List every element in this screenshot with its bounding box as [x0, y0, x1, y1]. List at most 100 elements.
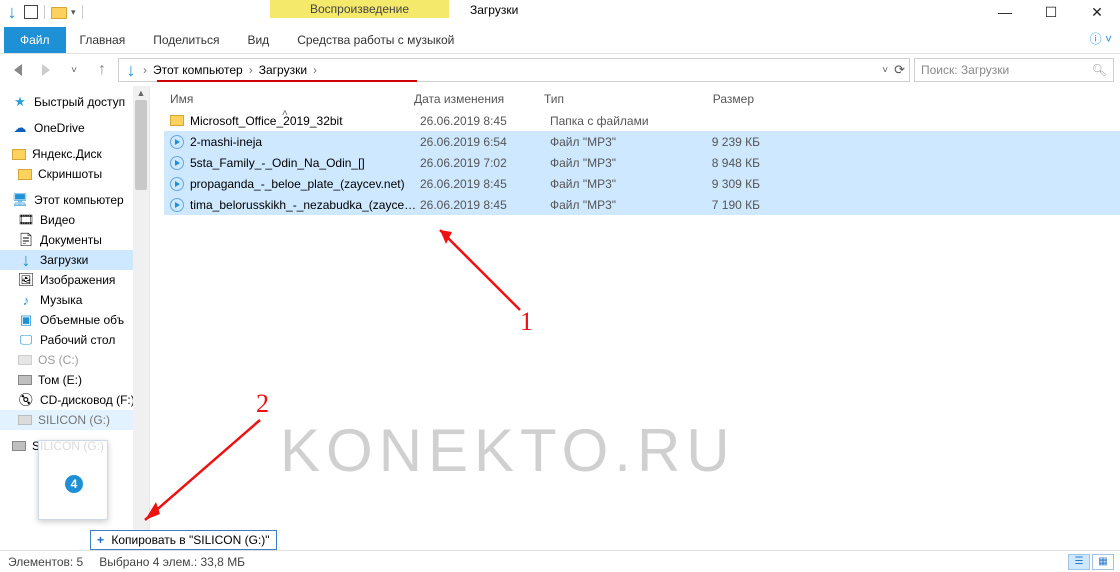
sidebar-item-label: OS (C:) [38, 353, 79, 367]
sidebar-item-desktop[interactable]: 🖵︎ Рабочий стол [0, 330, 149, 350]
column-type[interactable]: Тип [544, 92, 674, 106]
column-name[interactable]: Имя [164, 92, 414, 106]
address-dropdown-icon[interactable]: ˅ [882, 65, 888, 76]
thumbnails-view-button[interactable]: ▦ [1092, 554, 1114, 570]
file-date: 26.06.2019 7:02 [420, 156, 550, 170]
chevron-right-icon[interactable]: › [247, 63, 255, 77]
disc-icon: 💿︎ [18, 392, 34, 408]
status-selection: Выбрано 4 элем.: 33,8 МБ [99, 555, 245, 569]
sidebar-item-yadisk[interactable]: Яндекс.Диск [0, 144, 149, 164]
film-icon: 🎞︎ [18, 212, 34, 228]
sidebar-item-music[interactable]: ♪ Музыка [0, 290, 149, 310]
address-bar[interactable]: ↓ › Этот компьютер › Загрузки › ˅ ⟳ [118, 58, 910, 82]
watermark-text: KONEKTO.RU [280, 416, 1100, 485]
details-view-button[interactable]: ☰ [1068, 554, 1090, 570]
search-placeholder: Поиск: Загрузки [921, 63, 1009, 77]
main-area: ★ Быстрый доступ ☁ OneDrive Яндекс.Диск … [0, 86, 1120, 550]
mp3-file-icon [170, 198, 190, 212]
sidebar-item-silicon-g[interactable]: SILICON (G:) [0, 410, 149, 430]
search-icon[interactable]: 🔍︎ [1092, 63, 1107, 77]
sidebar-item-drive-c[interactable]: OS (C:) [0, 350, 149, 370]
breadcrumb[interactable]: Этот компьютер [151, 63, 245, 77]
sidebar-item-label: Быстрый доступ [34, 95, 125, 109]
breadcrumb[interactable]: Загрузки [257, 63, 309, 77]
sidebar-item-screenshots[interactable]: Скриншоты [0, 164, 149, 184]
sidebar-item-3dobjects[interactable]: ▣ Объемные объ [0, 310, 149, 330]
minimize-button[interactable]: — [982, 0, 1028, 24]
sidebar-item-drive-e[interactable]: Том (E:) [0, 370, 149, 390]
sidebar-item-thispc[interactable]: 🖥︎ Этот компьютер [0, 190, 149, 210]
drag-tooltip: + Копировать в "SILICON (G:)" [90, 530, 277, 550]
table-row[interactable]: 5sta_Family_-_Odin_Na_Odin_[]26.06.2019 … [164, 152, 1120, 173]
tab-share[interactable]: Поделиться [139, 27, 233, 53]
refresh-icon[interactable]: ⟳ [894, 62, 905, 78]
tab-file[interactable]: Файл [4, 27, 66, 53]
tab-view[interactable]: Вид [233, 27, 283, 53]
drive-icon [12, 441, 26, 451]
drag-tooltip-text: Копировать в "SILICON (G:)" [111, 533, 269, 547]
sidebar-item-label: Видео [40, 213, 75, 227]
scroll-thumb[interactable] [135, 100, 147, 190]
chevron-right-icon[interactable]: › [311, 63, 319, 77]
sidebar-item-label: Скриншоты [38, 167, 102, 181]
drive-icon [18, 355, 32, 365]
back-button[interactable] [6, 58, 30, 82]
view-switcher: ☰ ▦ [1068, 554, 1114, 570]
app-icon: ↓ [4, 4, 20, 20]
folder-icon [12, 149, 26, 160]
sidebar-item-downloads[interactable]: ↓ Загрузки [0, 250, 149, 270]
music-icon: ♪ [18, 292, 34, 308]
sidebar-item-cdrom[interactable]: 💿︎ CD-дисковод (F:) [0, 390, 149, 410]
sidebar-item-label: Объемные объ [40, 313, 124, 327]
drive-icon [18, 375, 32, 385]
sidebar-item-documents[interactable]: 📄︎ Документы [0, 230, 149, 250]
scroll-up-icon[interactable]: ▲ [133, 86, 149, 100]
ribbon-collapse-icon[interactable]: ⓘ ˅ [1090, 30, 1112, 47]
status-bar: Элементов: 5 Выбрано 4 элем.: 33,8 МБ ☰ … [0, 550, 1120, 572]
sidebar-item-onedrive[interactable]: ☁ OneDrive [0, 118, 149, 138]
image-icon: 🖼︎ [18, 272, 34, 288]
maximize-button[interactable]: ☐ [1028, 0, 1074, 24]
file-type: Папка с файлами [550, 114, 680, 128]
search-input[interactable]: Поиск: Загрузки 🔍︎ [914, 58, 1114, 82]
folder-icon [51, 7, 67, 19]
sidebar-item-label: CD-дисковод (F:) [40, 393, 135, 407]
table-row[interactable]: propaganda_-_beloe_plate_(zaycev.net)26.… [164, 173, 1120, 194]
history-dropdown-icon[interactable]: ˅ [62, 58, 86, 82]
column-size[interactable]: Размер [674, 92, 774, 106]
table-row[interactable]: tima_belorusskikh_-_nezabudka_(zaycev...… [164, 194, 1120, 215]
table-row[interactable]: Microsoft_Office_2019_32bit26.06.2019 8:… [164, 110, 1120, 131]
location-icon: ↓ [123, 62, 139, 78]
file-date: 26.06.2019 8:45 [420, 114, 550, 128]
column-date[interactable]: Дата изменения [414, 92, 544, 106]
sidebar-item-quick-access[interactable]: ★ Быстрый доступ [0, 92, 149, 112]
contextual-tab[interactable]: Воспроизведение [270, 0, 449, 18]
window-controls: — ☐ ✕ [982, 0, 1120, 24]
file-name: 2-mashi-ineja [190, 135, 420, 149]
sidebar-scrollbar[interactable]: ▲ ▼ [133, 86, 149, 550]
close-button[interactable]: ✕ [1074, 0, 1120, 24]
qat-button[interactable] [24, 5, 38, 19]
qat-dropdown-icon[interactable]: ▾ [71, 7, 76, 18]
mp3-file-icon [170, 177, 190, 191]
tab-home[interactable]: Главная [66, 27, 140, 53]
navigation-bar: ˅ ↑ ↓ › Этот компьютер › Загрузки › ˅ ⟳ … [0, 54, 1120, 86]
tab-music-tools[interactable]: Средства работы с музыкой [283, 27, 468, 53]
file-date: 26.06.2019 8:45 [420, 177, 550, 191]
folder-icon [18, 169, 32, 180]
sidebar-item-pictures[interactable]: 🖼︎ Изображения [0, 270, 149, 290]
file-type: Файл "MP3" [550, 156, 680, 170]
file-name: propaganda_-_beloe_plate_(zaycev.net) [190, 177, 420, 191]
plus-icon: + [97, 533, 108, 547]
separator [82, 5, 83, 19]
sidebar-item-label: Документы [40, 233, 102, 247]
table-row[interactable]: 2-mashi-ineja26.06.2019 6:54Файл "MP3"9 … [164, 131, 1120, 152]
up-button[interactable]: ↑ [90, 58, 114, 82]
chevron-right-icon[interactable]: › [141, 63, 149, 77]
forward-button[interactable] [34, 58, 58, 82]
sidebar-item-videos[interactable]: 🎞︎ Видео [0, 210, 149, 230]
file-size: 9 239 КБ [680, 135, 780, 149]
file-name: 5sta_Family_-_Odin_Na_Odin_[] [190, 156, 420, 170]
file-type: Файл "MP3" [550, 177, 680, 191]
folder-icon [170, 115, 190, 126]
